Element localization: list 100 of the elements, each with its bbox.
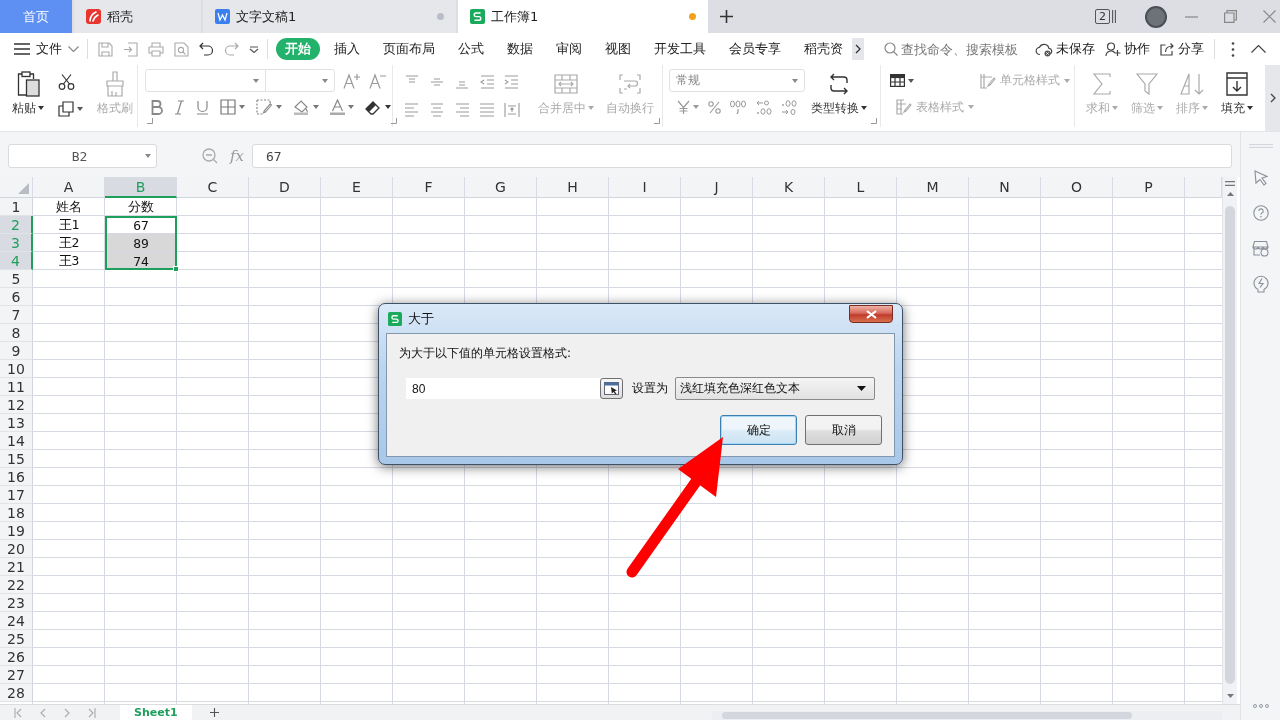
ribbon-tab[interactable]: 数据 [498, 38, 542, 60]
zoom-out-icon[interactable] [202, 148, 218, 164]
increase-decimal-icon[interactable] [781, 99, 798, 115]
column-header[interactable]: C [177, 177, 249, 198]
row-header[interactable]: 19 [0, 522, 33, 540]
launcher-icon[interactable] [871, 118, 877, 124]
share-button[interactable]: 分享 [1160, 40, 1204, 58]
chevron-down-icon[interactable] [249, 45, 259, 53]
print-icon[interactable] [148, 41, 164, 57]
italic-icon[interactable] [174, 99, 185, 115]
column-header[interactable]: G [465, 177, 537, 198]
bold-icon[interactable] [151, 99, 163, 115]
value-field[interactable]: 80 [406, 378, 600, 399]
indent-icon[interactable] [504, 75, 520, 89]
last-sheet-icon[interactable] [88, 707, 96, 718]
column-header[interactable]: E [321, 177, 393, 198]
row-header[interactable]: 23 [0, 594, 33, 612]
dialog-button[interactable]: 确定 [720, 415, 797, 445]
collaborate-button[interactable]: 协作 [1105, 40, 1150, 58]
document-tab[interactable]: 稻壳 [74, 0, 201, 33]
column-header[interactable]: M [897, 177, 969, 198]
export-icon[interactable] [123, 41, 138, 57]
column-header[interactable]: A [33, 177, 105, 198]
column-header[interactable]: I [609, 177, 681, 198]
copy-icon[interactable] [58, 101, 74, 117]
more-horizontal-icon[interactable] [1252, 704, 1269, 708]
launcher-icon[interactable] [391, 118, 397, 124]
column-header[interactable]: P [1113, 177, 1185, 198]
column-header[interactable]: H [537, 177, 609, 198]
font-size-field[interactable] [265, 69, 335, 92]
fill-handle[interactable] [173, 266, 179, 272]
row-header[interactable]: 27 [0, 666, 33, 684]
column-header[interactable]: L [825, 177, 897, 198]
type-convert-button[interactable]: 类型转换 [811, 69, 867, 117]
format-dropdown[interactable]: 浅红填充色深红色文本 [675, 377, 875, 400]
ribbon-tab[interactable]: 审阅 [547, 38, 591, 60]
column-header[interactable]: F [393, 177, 465, 198]
ribbon-tab[interactable]: 会员专享 [720, 38, 790, 60]
justify-icon[interactable] [479, 103, 495, 117]
dialog-button[interactable]: 取消 [805, 415, 882, 445]
row-header[interactable]: 25 [0, 630, 33, 648]
row-header[interactable]: 22 [0, 576, 33, 594]
outdent-icon[interactable] [479, 75, 495, 89]
align-right-icon[interactable] [454, 103, 470, 117]
scrollbar-thumb[interactable] [722, 712, 1132, 719]
row-header[interactable]: 13 [0, 414, 33, 432]
fill-button[interactable]: 填充 [1220, 69, 1254, 117]
tab-scroll-button[interactable] [852, 38, 864, 60]
row-header[interactable]: 26 [0, 648, 33, 666]
row-header[interactable]: 8 [0, 324, 33, 342]
ribbon-tab[interactable]: 页面布局 [374, 38, 444, 60]
window-count-button[interactable]: 2 [1095, 9, 1110, 24]
row-header[interactable]: 12 [0, 396, 33, 414]
print-preview-icon[interactable] [174, 41, 189, 57]
thousands-separator-icon[interactable] [730, 100, 746, 114]
document-tab[interactable]: 工作簿1 [458, 0, 708, 33]
row-header[interactable]: 6 [0, 288, 33, 306]
pointer-icon[interactable] [1253, 170, 1268, 186]
distribute-icon[interactable] [504, 103, 520, 117]
close-button[interactable] [849, 305, 893, 323]
ribbon-tab[interactable]: 插入 [325, 38, 369, 60]
search-field[interactable]: 查找命令、搜索模板 [901, 41, 1026, 57]
align-left-icon[interactable] [404, 103, 420, 117]
ribbon-scroll-button[interactable] [1265, 65, 1280, 131]
next-sheet-icon[interactable] [64, 707, 70, 718]
row-header[interactable]: 14 [0, 432, 33, 450]
grow-font-icon[interactable] [343, 72, 361, 89]
row-header[interactable]: 11 [0, 378, 33, 396]
select-all-button[interactable] [0, 177, 33, 198]
ribbon-tab[interactable]: 开发工具 [645, 38, 715, 60]
borders-icon[interactable] [220, 99, 236, 115]
scroll-down-icon[interactable] [1226, 694, 1234, 698]
vertical-scrollbar[interactable] [1222, 177, 1237, 704]
row-header[interactable]: 1 [0, 198, 33, 216]
row-header[interactable]: 5 [0, 270, 33, 288]
decrease-decimal-icon[interactable] [755, 99, 772, 115]
store-icon[interactable] [1252, 240, 1269, 257]
row-header[interactable]: 15 [0, 450, 33, 468]
redo-icon[interactable] [224, 42, 239, 56]
scissors-icon[interactable] [58, 74, 75, 90]
help-icon[interactable] [1252, 205, 1269, 221]
formula-field[interactable]: 67 [252, 144, 1232, 168]
column-header[interactable]: K [753, 177, 825, 198]
align-middle-icon[interactable] [429, 75, 445, 89]
launcher-icon[interactable] [147, 118, 153, 124]
lightning-bulb-icon[interactable] [1252, 275, 1269, 293]
ribbon-tab[interactable]: 公式 [449, 38, 493, 60]
underline-icon[interactable] [196, 99, 209, 115]
ribbon-tab[interactable]: 稻壳资 [795, 38, 852, 60]
yen-icon[interactable] [677, 100, 690, 114]
minimize-icon[interactable] [1185, 15, 1198, 18]
restore-icon[interactable] [1224, 10, 1237, 23]
previous-sheet-icon[interactable] [40, 707, 46, 718]
font-color-icon[interactable] [330, 99, 345, 115]
row-header[interactable]: 17 [0, 486, 33, 504]
column-header[interactable]: N [969, 177, 1041, 198]
column-header[interactable]: O [1041, 177, 1113, 198]
number-format-field[interactable]: 常规 [669, 69, 805, 92]
shrink-font-icon[interactable] [369, 72, 387, 89]
plus-icon[interactable] [720, 10, 733, 23]
